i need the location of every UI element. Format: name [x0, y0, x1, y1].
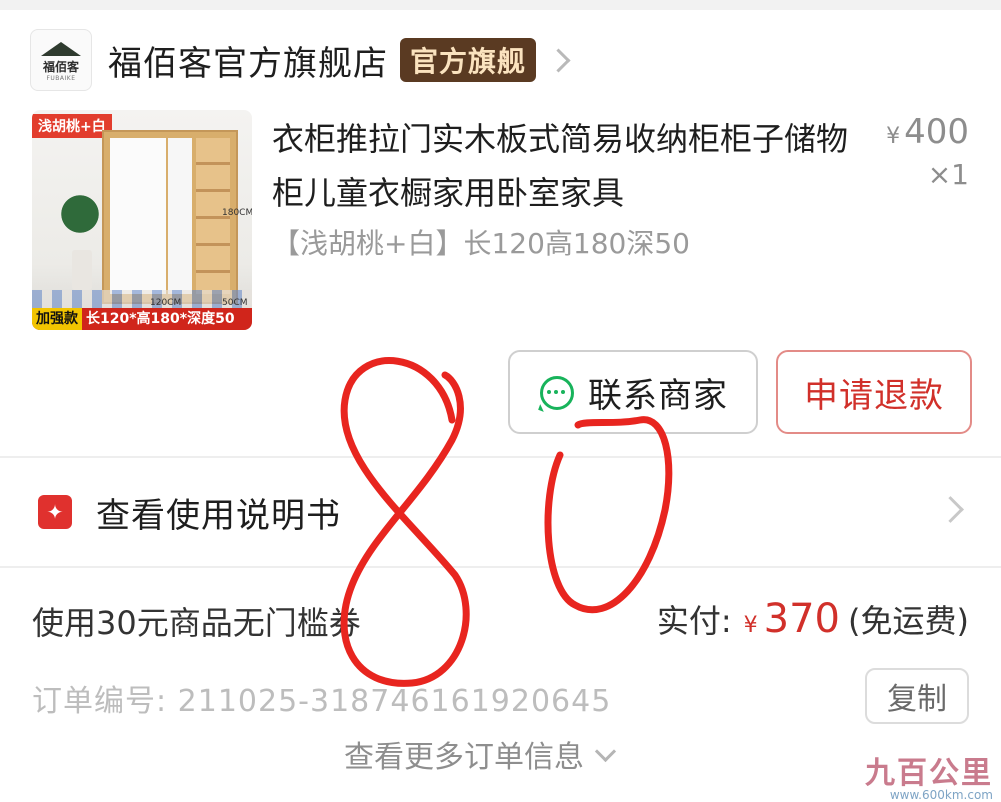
dimension-depth: 50CM: [222, 298, 248, 308]
top-band: [0, 0, 1001, 10]
store-logo-text: 福佰客: [42, 60, 79, 74]
more-order-info-label: 查看更多订单信息: [344, 740, 584, 775]
product-spec: 【浅胡桃+白】长120高180深50: [272, 227, 690, 260]
contact-seller-label: 联系商家: [588, 375, 728, 416]
chevron-right-icon: [937, 496, 964, 523]
view-manual-row[interactable]: ✦ 查看使用说明书: [38, 490, 978, 536]
store-logo-subtext: FUBAIKE: [46, 75, 76, 82]
chat-icon: [538, 374, 574, 410]
chevron-right-icon[interactable]: [546, 47, 571, 73]
order-number-label: 订单编号:: [32, 684, 168, 719]
plant-decoration: [60, 190, 100, 250]
watermark-name: 九百公里: [865, 756, 993, 791]
request-refund-label: 申请退款: [804, 375, 944, 416]
coupon-info: 使用30元商品无门槛券: [32, 604, 361, 642]
product-price: ¥400: [886, 112, 969, 152]
dimension-width: 120CM: [150, 298, 182, 308]
view-manual-label: 查看使用说明书: [96, 495, 341, 536]
product-title[interactable]: 衣柜推拉门实木板式简易收纳柜柜子储物柜儿童衣橱家用卧室家具: [272, 112, 852, 220]
copy-order-button[interactable]: 复制: [865, 668, 969, 724]
request-refund-button[interactable]: 申请退款: [776, 350, 972, 434]
chevron-down-icon: [594, 740, 617, 762]
dimension-height: 180CM: [222, 208, 252, 218]
divider: [0, 456, 1001, 458]
contact-seller-button[interactable]: 联系商家: [508, 350, 758, 434]
divider: [0, 566, 1001, 568]
copy-label: 复制: [887, 682, 947, 717]
wardrobe-door-right: [168, 138, 192, 294]
paid-amount: 实付: ¥ 370 (免运费): [657, 596, 969, 642]
plant-pot: [72, 250, 92, 290]
store-logo: 福佰客 FUBAIKE: [30, 29, 92, 91]
paid-currency: ¥: [743, 613, 758, 638]
order-number-value: 211025-318746161920645: [177, 684, 612, 719]
price-value: 400: [904, 112, 969, 152]
house-logo-icon: [41, 42, 81, 56]
site-watermark: 九百公里 www.600km.com: [865, 748, 993, 802]
official-flagship-badge: 官方旗舰: [400, 38, 537, 82]
product-image-color-tag: 浅胡桃+白: [32, 114, 112, 138]
strip-label-enhanced: 加强款: [32, 308, 82, 330]
wardrobe-illustration: [102, 130, 238, 304]
product-quantity: ×1: [927, 158, 969, 191]
strip-label-size: 长120*高180*深度50: [86, 311, 235, 327]
rug-decoration: [32, 290, 252, 310]
shipping-note: (免运费): [848, 602, 969, 640]
product-image[interactable]: 浅胡桃+白 120CM 180CM 50CM 加强款 长120*高180*深度5…: [32, 110, 252, 330]
price-currency: ¥: [886, 124, 901, 149]
order-number: 订单编号: 211025-318746161920645: [32, 676, 611, 720]
more-order-info-toggle[interactable]: 查看更多订单信息: [344, 732, 617, 776]
price-block: ¥400 ×1: [886, 112, 969, 191]
manual-star-icon: ✦: [38, 495, 72, 529]
store-header[interactable]: 福佰客 FUBAIKE 福佰客官方旗舰店 官方旗舰: [30, 28, 571, 92]
paid-label: 实付:: [656, 602, 732, 640]
store-name[interactable]: 福佰客官方旗舰店: [108, 36, 388, 85]
wardrobe-door-left: [110, 138, 166, 294]
paid-value: 370: [763, 596, 841, 642]
product-image-strip: 加强款 长120*高180*深度50: [32, 308, 252, 330]
